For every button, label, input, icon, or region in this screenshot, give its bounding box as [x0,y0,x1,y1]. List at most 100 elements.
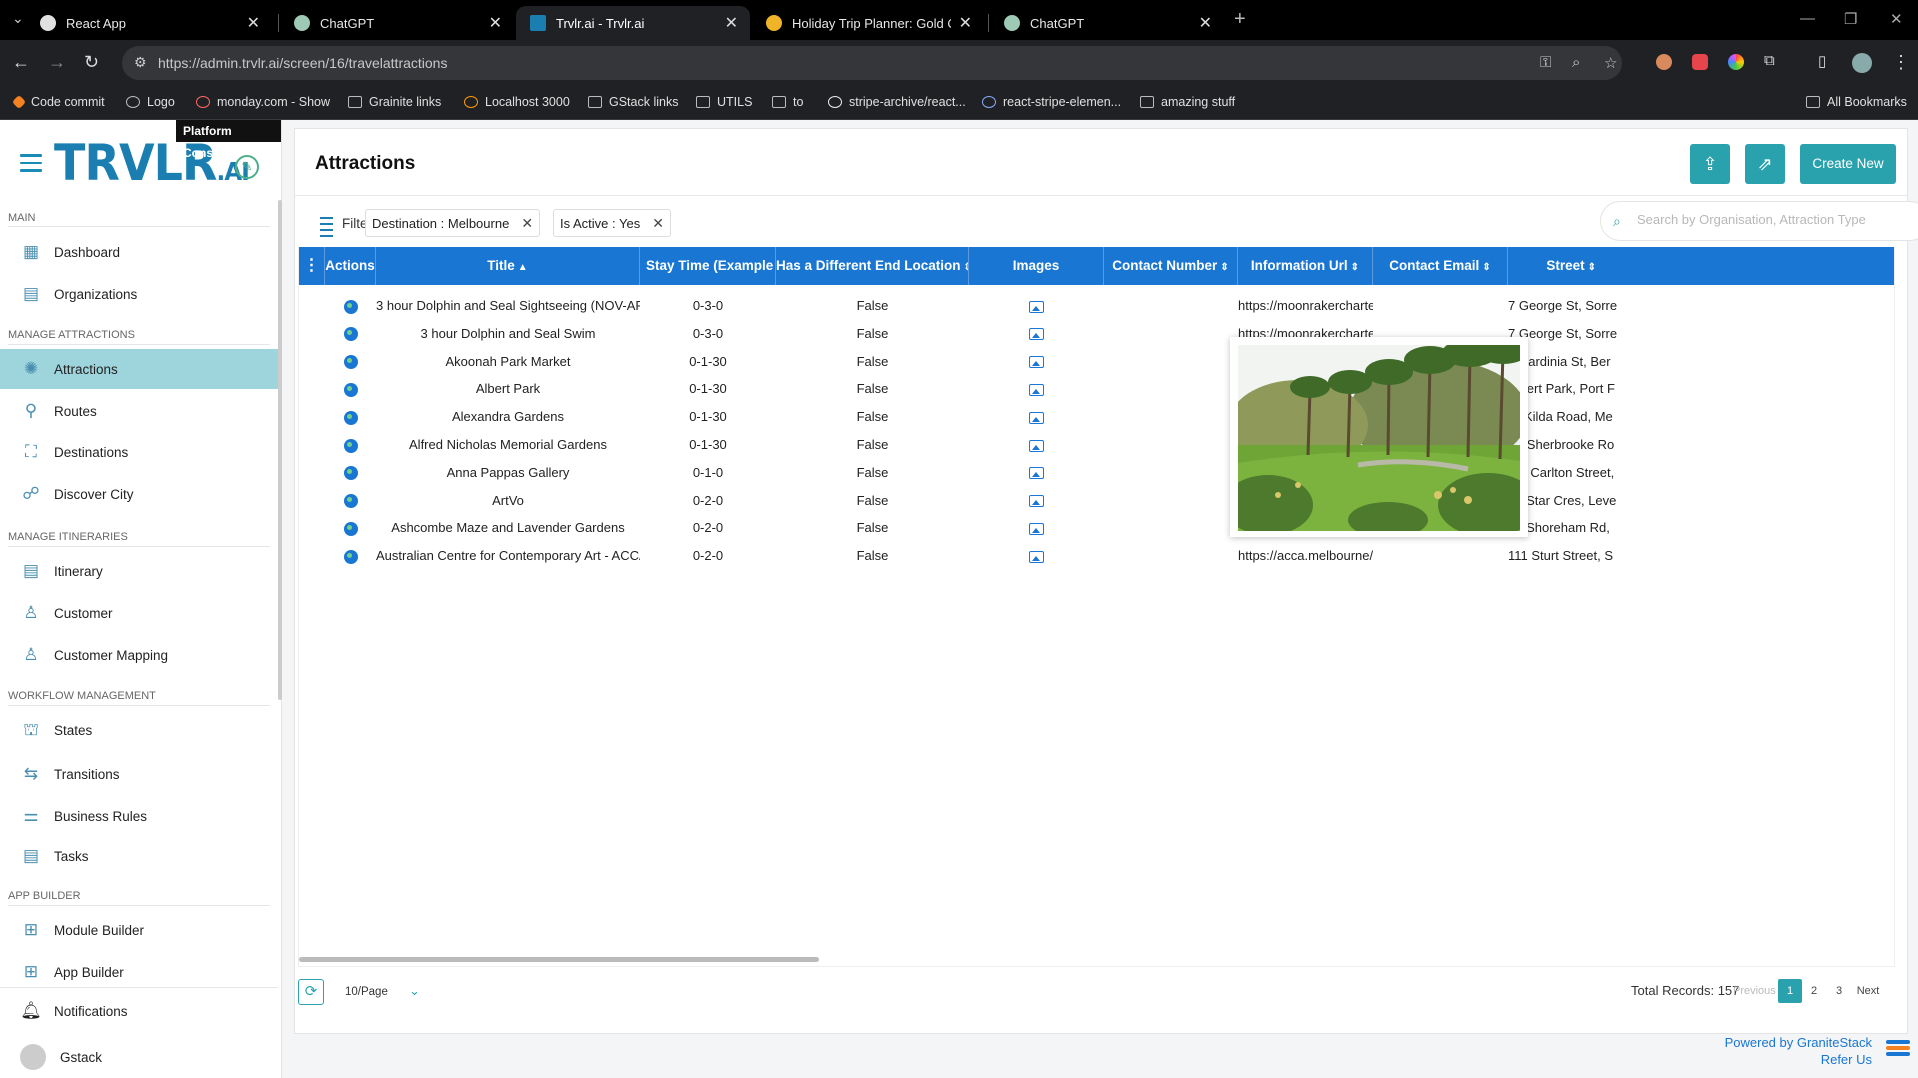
close-tab-icon[interactable]: ✕ [959,13,972,33]
omnibox[interactable]: ⚙ https://admin.trvlr.ai/screen/16/trave… [122,46,1622,80]
new-tab-icon[interactable]: + [1234,8,1246,31]
browser-tab[interactable]: React App ✕ [26,6,272,40]
minimize-icon[interactable]: — [1800,10,1815,27]
extension-icon[interactable] [1728,54,1744,70]
bookmark-item[interactable]: react-stripe-elemen... [982,95,1121,109]
column-menu-icon[interactable]: ⋮ [299,247,325,285]
close-tab-icon[interactable]: ✕ [1199,13,1212,33]
restore-icon[interactable]: ❐ [1844,10,1857,28]
remove-filter-icon[interactable]: ✕ [652,215,664,232]
profile-avatar[interactable] [1852,53,1872,73]
bookmark-star-icon[interactable]: ☆ [1604,54,1617,72]
back-icon[interactable]: ← [12,52,30,73]
bookmark-item[interactable]: Grainite links [348,95,441,109]
globe-icon[interactable] [343,438,358,453]
column-header-title[interactable]: Title ▲ [376,247,640,285]
browser-tab[interactable]: Holiday Trip Planner: Gold Coas ✕ [752,6,984,40]
column-header-contact-email[interactable]: Contact Email ⇕ [1373,247,1508,285]
page-2-button[interactable]: 2 [1804,979,1824,1003]
menu-kebab-icon[interactable]: ⋮ [1892,52,1910,73]
image-icon[interactable] [1029,300,1044,313]
search-input[interactable] [1637,212,1917,227]
table-row[interactable]: Australian Centre for Contemporary Art -… [299,539,1894,573]
filter-chip-active[interactable]: Is Active : Yes ✕ [553,209,671,237]
create-new-button[interactable]: Create New [1800,144,1896,184]
side-panel-icon[interactable]: ▯ [1818,52,1826,70]
image-icon[interactable] [1029,467,1044,480]
globe-icon[interactable] [343,466,358,481]
browser-tab-active[interactable]: Trvlr.ai - Trvlr.ai ✕ [516,6,750,40]
powered-by-link[interactable]: Powered by GraniteStack [1725,1034,1872,1051]
image-icon[interactable] [1029,439,1044,452]
per-page-select[interactable]: 10/Page [345,986,388,998]
column-header-contact-number[interactable]: Contact Number ⇕ [1104,247,1238,285]
page-1-button[interactable]: 1 [1778,979,1802,1003]
close-tab-icon[interactable]: ✕ [489,13,502,33]
bookmark-item[interactable]: monday.com - Show [196,95,330,109]
zoom-icon[interactable]: ⌕ [1572,54,1580,71]
globe-icon[interactable] [343,410,358,425]
close-tab-icon[interactable]: ✕ [725,13,738,33]
page-3-button[interactable]: 3 [1829,979,1849,1003]
bookmark-item[interactable]: UTILS [696,95,752,109]
bookmark-item[interactable]: stripe-archive/react... [828,95,966,109]
image-icon[interactable] [1029,495,1044,508]
sidebar-item-business-rules[interactable]: ⚌ Business Rules [0,796,278,836]
image-icon[interactable] [1029,522,1044,535]
globe-icon[interactable] [343,327,358,342]
image-icon[interactable] [1029,328,1044,341]
sidebar-item-itinerary[interactable]: ▤ Itinerary [0,551,278,591]
refer-us-link[interactable]: Refer Us [1725,1051,1872,1068]
previous-page-button[interactable]: Previous [1733,979,1776,1003]
sidebar-item-app-builder[interactable]: ⊞ App Builder [0,952,278,992]
bookmark-item[interactable]: GStack links [588,95,678,109]
image-icon[interactable] [1029,550,1044,563]
horizontal-scrollbar[interactable] [299,957,819,962]
tab-search-icon[interactable]: ⌄ [12,10,24,27]
sidebar-item-attractions[interactable]: ✺ Attractions [0,349,278,389]
sidebar-item-dashboard[interactable]: ▦ Dashboard [0,232,278,272]
bookmark-item[interactable]: Code commit [11,94,105,110]
bookmark-item[interactable]: Logo [126,95,175,109]
extensions-puzzle-icon[interactable]: ⧉ [1764,52,1775,69]
export-button[interactable]: ⇗ [1745,144,1785,184]
sidebar-item-notifications[interactable]: 🔔︎ Notifications [0,991,278,1031]
refresh-icon[interactable]: ⟳ [298,979,324,1005]
sidebar-item-tasks[interactable]: ▤ Tasks [0,836,278,876]
browser-tab[interactable]: ChatGPT ✕ [280,6,514,40]
image-icon[interactable] [1029,411,1044,424]
import-button[interactable]: ⇪ [1690,144,1730,184]
edit-pencil-icon[interactable]: ✎ [235,155,259,179]
remove-filter-icon[interactable]: ✕ [521,215,533,232]
sidebar-user[interactable]: Gstack [0,1037,278,1077]
sidebar-item-customer[interactable]: ♙ Customer [0,593,278,633]
all-bookmarks[interactable]: All Bookmarks [1806,95,1907,109]
filter-chip-destination[interactable]: Destination : Melbourne ✕ [365,209,541,237]
url-text[interactable]: https://admin.trvlr.ai/screen/16/travela… [158,55,447,71]
site-info-icon[interactable]: ⚙ [134,54,147,71]
column-header-street[interactable]: Street ⇕ [1508,247,1598,285]
sidebar-item-discover-city[interactable]: ☍ Discover City [0,474,278,514]
globe-icon[interactable] [343,549,358,564]
reload-icon[interactable]: ↻ [84,52,99,73]
filter-list-icon[interactable] [315,217,333,241]
sidebar-item-states[interactable]: ⛫ States [0,710,278,750]
column-header-information-url[interactable]: Information Url ⇕ [1238,247,1373,285]
globe-icon[interactable] [343,382,358,397]
close-window-icon[interactable]: ✕ [1890,10,1903,28]
extension-icon[interactable] [1692,54,1708,70]
globe-icon[interactable] [343,494,358,509]
extension-icon[interactable] [1656,54,1672,70]
column-header-different-end[interactable]: Has a Different End Location⇕ [776,247,969,285]
sidebar-item-transitions[interactable]: ⇆ Transitions [0,754,278,794]
sidebar-item-module-builder[interactable]: ⊞ Module Builder [0,910,278,950]
chevron-down-icon[interactable]: ⌄ [409,983,420,999]
sidebar-item-destinations[interactable]: ⛶ Destinations [0,432,278,472]
browser-tab[interactable]: ChatGPT ✕ [990,6,1224,40]
sidebar-item-organizations[interactable]: ▤ Organizations [0,274,278,314]
globe-icon[interactable] [343,299,358,314]
image-icon[interactable] [1029,383,1044,396]
password-key-icon[interactable]: ⚿ [1540,54,1551,71]
sidebar-item-routes[interactable]: ⚲ Routes [0,391,278,431]
bookmark-item[interactable]: Localhost 3000 [464,95,570,109]
